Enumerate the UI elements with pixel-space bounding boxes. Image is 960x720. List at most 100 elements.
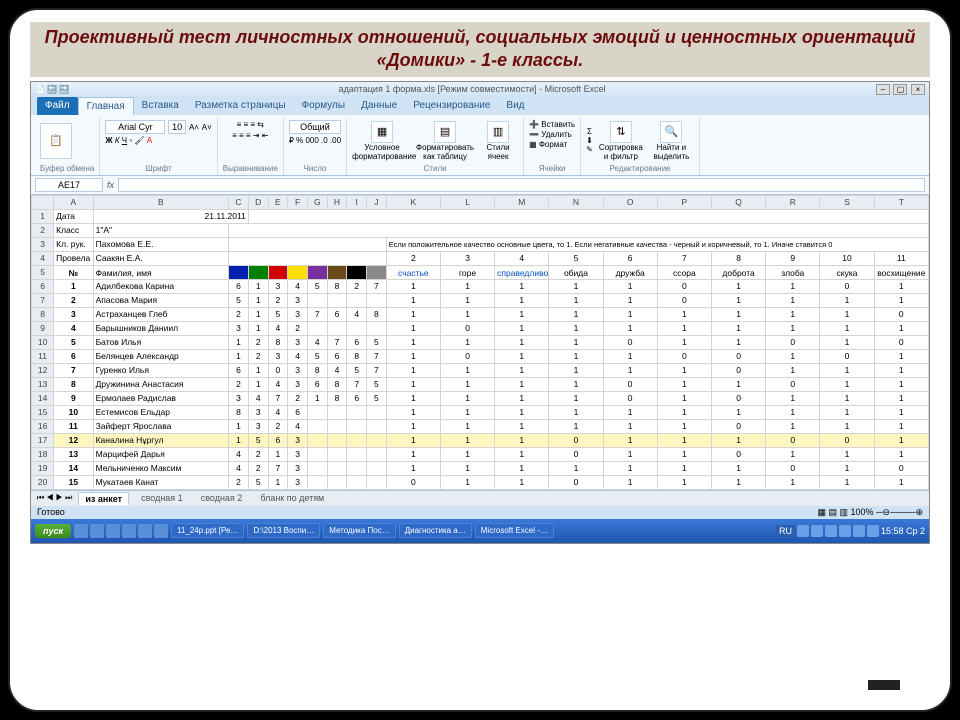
column-header[interactable]: J bbox=[367, 195, 387, 209]
row-header[interactable]: 6 bbox=[32, 279, 54, 293]
row-header[interactable]: 19 bbox=[32, 461, 54, 475]
column-header[interactable]: K bbox=[386, 195, 440, 209]
column-header[interactable]: H bbox=[327, 195, 347, 209]
tab-layout[interactable]: Разметка страницы bbox=[187, 97, 294, 115]
row-header[interactable]: 7 bbox=[32, 293, 54, 307]
row-header[interactable]: 20 bbox=[32, 475, 54, 489]
tray-icon[interactable] bbox=[825, 525, 837, 537]
spreadsheet-grid[interactable]: ABCDEFGHIJKLMNOPQRST1Дата21.11.20112Клас… bbox=[31, 195, 929, 490]
quicklaunch[interactable] bbox=[74, 524, 168, 538]
font-grow-icon[interactable]: A˄ bbox=[189, 123, 199, 132]
taskbar-item-2[interactable]: D:\2013 Воспи… bbox=[247, 523, 320, 538]
row-header[interactable]: 18 bbox=[32, 447, 54, 461]
column-header[interactable]: O bbox=[603, 195, 657, 209]
name-box[interactable]: AE17 bbox=[35, 178, 103, 192]
ribbon-group-cells: ➕ Вставить ➖ Удалить ▦ Формат Ячейки bbox=[524, 118, 581, 175]
paste-icon[interactable]: 📋 bbox=[40, 123, 72, 159]
color-swatch bbox=[347, 265, 367, 279]
tab-file[interactable]: Файл bbox=[37, 97, 78, 115]
tab-formulas[interactable]: Формулы bbox=[294, 97, 354, 115]
close-button[interactable]: × bbox=[911, 84, 925, 95]
column-header[interactable]: D bbox=[248, 195, 268, 209]
font-size-select[interactable]: 10 bbox=[168, 120, 186, 134]
taskbar-item-5[interactable]: Microsoft Excel -… bbox=[475, 523, 554, 538]
sheet-tab-1[interactable]: из анкет bbox=[78, 492, 129, 505]
fx-icon[interactable]: fx bbox=[107, 180, 114, 190]
bold-icon[interactable]: Ж bbox=[105, 136, 112, 145]
row-header[interactable]: 10 bbox=[32, 335, 54, 349]
taskbar-item-1[interactable]: 11_24p.ppt [Ре… bbox=[171, 523, 244, 538]
column-header[interactable]: Q bbox=[711, 195, 765, 209]
delete-cell-label[interactable]: Удалить bbox=[541, 130, 572, 139]
color-swatch bbox=[307, 265, 327, 279]
row-header[interactable]: 3 bbox=[32, 237, 54, 251]
sheet-tab-3[interactable]: сводная 2 bbox=[195, 492, 249, 504]
column-header[interactable]: G bbox=[307, 195, 327, 209]
format-table-icon[interactable]: ▤ bbox=[434, 121, 456, 143]
tab-review[interactable]: Рецензирование bbox=[405, 97, 498, 115]
tray-icon[interactable] bbox=[811, 525, 823, 537]
tab-view[interactable]: Вид bbox=[498, 97, 532, 115]
underline-icon[interactable]: Ч bbox=[122, 136, 127, 145]
row-header[interactable]: 12 bbox=[32, 363, 54, 377]
column-header[interactable]: F bbox=[288, 195, 308, 209]
column-header[interactable]: E bbox=[268, 195, 288, 209]
column-header[interactable]: T bbox=[874, 195, 928, 209]
column-header[interactable]: R bbox=[766, 195, 820, 209]
find-icon[interactable]: 🔍 bbox=[660, 121, 682, 143]
column-header[interactable]: C bbox=[229, 195, 249, 209]
column-header[interactable]: S bbox=[820, 195, 874, 209]
zoom-level[interactable]: 100% bbox=[851, 507, 874, 517]
insert-cell-label[interactable]: Вставить bbox=[541, 120, 575, 129]
minimize-button[interactable]: – bbox=[876, 84, 890, 95]
font-name-select[interactable]: Arial Cyr bbox=[105, 120, 165, 134]
maximize-button[interactable]: ▢ bbox=[893, 84, 907, 95]
column-header[interactable]: L bbox=[440, 195, 494, 209]
formula-input[interactable] bbox=[118, 178, 925, 192]
ribbon-tabs: Файл Главная Вставка Разметка страницы Ф… bbox=[31, 97, 929, 115]
format-cell-label[interactable]: Формат bbox=[539, 140, 567, 149]
taskbar-item-3[interactable]: Методика Пос… bbox=[323, 523, 395, 538]
row-header[interactable]: 13 bbox=[32, 377, 54, 391]
statusbar: Готово ▦ ▤ ▥ 100% ─⊖────⊕ bbox=[31, 506, 929, 519]
sheet-tab-2[interactable]: сводная 1 bbox=[135, 492, 189, 504]
sheet-nav[interactable]: ⏮ ◀ ▶ ⏭ bbox=[37, 493, 72, 503]
corner-decoration bbox=[868, 680, 900, 690]
tray-icon[interactable] bbox=[797, 525, 809, 537]
sort-filter-icon[interactable]: ⇅ bbox=[610, 121, 632, 143]
start-button[interactable]: пуск bbox=[35, 524, 71, 538]
lang-indicator[interactable]: RU bbox=[776, 525, 795, 537]
ribbon-label-styles: Стили bbox=[352, 164, 518, 173]
column-header[interactable]: P bbox=[657, 195, 711, 209]
sheet-tab-4[interactable]: бланк по детям bbox=[254, 492, 330, 504]
column-header[interactable]: A bbox=[54, 195, 93, 209]
column-header[interactable]: I bbox=[347, 195, 367, 209]
row-header[interactable]: 8 bbox=[32, 307, 54, 321]
row-header[interactable]: 4 bbox=[32, 251, 54, 265]
row-header[interactable]: 15 bbox=[32, 405, 54, 419]
row-header[interactable]: 9 bbox=[32, 321, 54, 335]
tab-insert[interactable]: Вставка bbox=[134, 97, 187, 115]
italic-icon[interactable]: К bbox=[115, 136, 120, 145]
row-header[interactable]: 16 bbox=[32, 419, 54, 433]
row-header[interactable]: 11 bbox=[32, 349, 54, 363]
tab-data[interactable]: Данные bbox=[353, 97, 405, 115]
row-header[interactable]: 14 bbox=[32, 391, 54, 405]
column-header[interactable]: M bbox=[495, 195, 549, 209]
tray-icon[interactable] bbox=[839, 525, 851, 537]
column-header[interactable]: B bbox=[93, 195, 229, 209]
tray-icon[interactable] bbox=[867, 525, 879, 537]
row-header[interactable]: 1 bbox=[32, 209, 54, 223]
cell-styles-icon[interactable]: ▥ bbox=[487, 121, 509, 143]
column-header[interactable]: N bbox=[549, 195, 603, 209]
font-color-icon[interactable]: A bbox=[147, 136, 152, 145]
tray-icon[interactable] bbox=[853, 525, 865, 537]
font-shrink-icon[interactable]: A˅ bbox=[202, 123, 212, 132]
row-header[interactable]: 17 bbox=[32, 433, 54, 447]
tab-home[interactable]: Главная bbox=[78, 97, 134, 115]
taskbar-item-4[interactable]: Диагностика а… bbox=[399, 523, 472, 538]
row-header[interactable]: 2 bbox=[32, 223, 54, 237]
row-header[interactable]: 5 bbox=[32, 265, 54, 279]
conditional-format-icon[interactable]: ▦ bbox=[371, 121, 393, 143]
number-format-select[interactable]: Общий bbox=[289, 120, 341, 134]
